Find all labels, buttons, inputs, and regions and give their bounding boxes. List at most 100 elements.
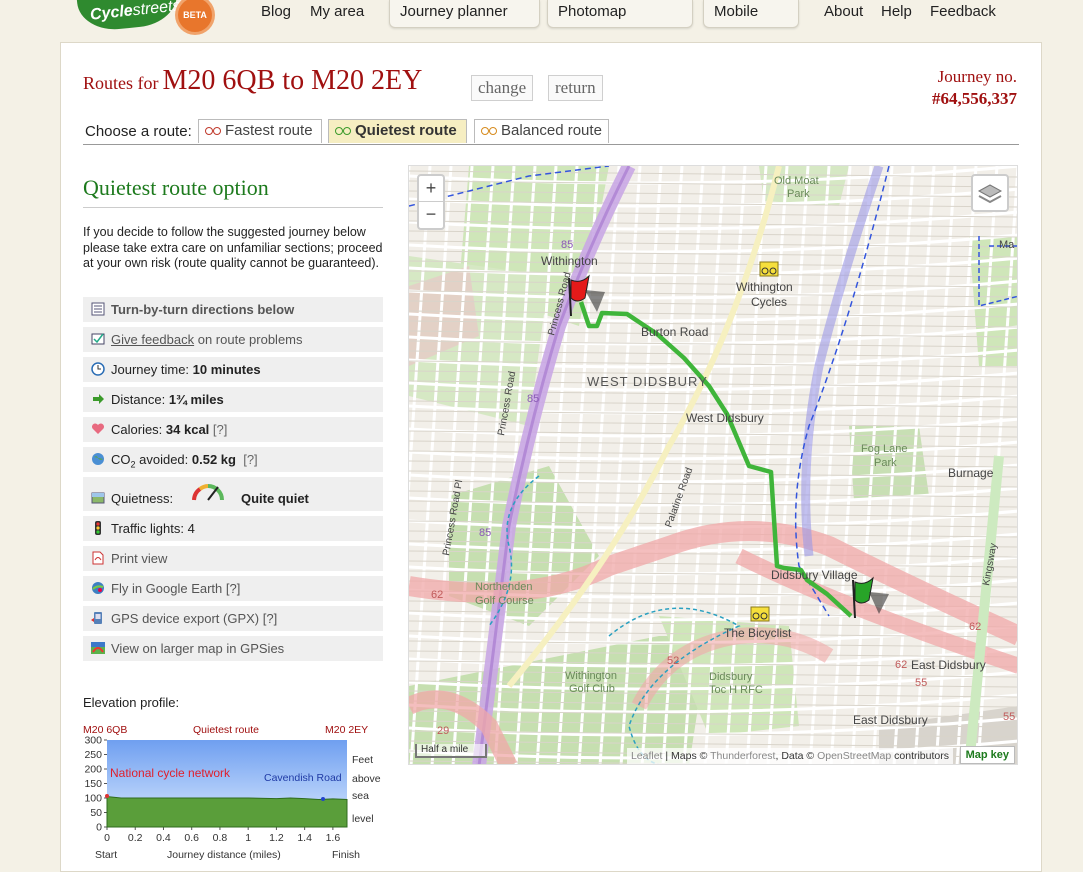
gpsies-row[interactable]: View on larger map in GPSies: [83, 636, 383, 661]
start-point-marker: [105, 794, 109, 798]
gpsies-text: View on larger map in GPSies: [111, 641, 285, 656]
print-view-text: Print view: [111, 551, 168, 566]
map-label-withington: Withington: [541, 254, 598, 268]
nav-feedback[interactable]: Feedback: [930, 0, 996, 28]
clock-icon: [91, 362, 105, 376]
calories-help[interactable]: [?]: [213, 422, 227, 437]
co2-value: 0.52 kg: [191, 452, 236, 467]
distance-value: 1¾ miles: [168, 392, 224, 407]
map-label-old-moat-1: Old Moat: [774, 175, 819, 187]
map-label-withington-golf-2: Golf Club: [569, 683, 615, 695]
tab-fastest-route[interactable]: Fastest route: [198, 119, 322, 143]
zoom-out-button[interactable]: −: [419, 202, 443, 228]
journey-time-label: Journey time:: [111, 362, 193, 377]
map-label-didsbury-toc-2: Toc H RFC: [709, 684, 763, 696]
map-label-east-didsbury-2: East Didsbury: [853, 713, 928, 727]
y-tick-label: 300: [84, 735, 102, 747]
beta-badge: BETA: [178, 0, 212, 32]
bike-shop-icon[interactable]: [750, 606, 770, 622]
y-tick-label: 100: [84, 793, 102, 805]
map-route-55a: 55: [915, 677, 927, 689]
traffic-lights-row: Traffic lights: 4: [83, 516, 383, 541]
quietness-value: Quite quiet: [241, 491, 309, 506]
osm-link[interactable]: OpenStreetMap: [817, 750, 891, 762]
elevation-start: Start: [95, 849, 117, 861]
zoom-in-button[interactable]: +: [419, 176, 443, 202]
gps-device-icon: [91, 612, 102, 624]
elevation-xlabel: Journey distance (miles): [167, 849, 281, 861]
x-tick-label: 1: [245, 832, 251, 844]
tab-balanced-label: Balanced route: [501, 122, 602, 139]
route-chooser: Choose a route: Fastest route Quietest r…: [83, 119, 1019, 145]
return-button[interactable]: return: [548, 75, 603, 101]
change-button[interactable]: change: [471, 75, 534, 101]
x-tick-label: 1.2: [269, 832, 284, 844]
y-tick-label: 200: [84, 764, 102, 776]
nav-about[interactable]: About: [824, 0, 863, 28]
calories-row: Calories: 34 kcal [?]: [83, 417, 383, 442]
map-label-west-didsbury-area: WEST DIDSBURY: [587, 374, 708, 389]
tab-balanced-route[interactable]: Balanced route: [474, 119, 609, 143]
thunderforest-link[interactable]: Thunderforest: [710, 750, 775, 762]
tab-quietest-route[interactable]: Quietest route: [328, 119, 467, 143]
routes-for-label: Routes for: [83, 73, 159, 93]
heart-icon: [91, 423, 105, 434]
feedback-icon: [91, 333, 105, 345]
traffic-light-icon: [95, 521, 101, 535]
feedback-row[interactable]: Give feedback on route problems: [83, 327, 383, 352]
quietness-row: Quietness: Quite quiet: [83, 477, 383, 511]
quietness-gauge-icon: [192, 484, 224, 501]
gps-export-row[interactable]: GPS device export (GPX) [?]: [83, 606, 383, 631]
bike-shop-icon[interactable]: [759, 261, 779, 277]
leaflet-link[interactable]: Leaflet: [631, 750, 663, 762]
bicycle-icon: [481, 125, 497, 135]
map-label-burnage: Burnage: [948, 466, 994, 480]
map-label-the-bicyclist: The Bicyclist: [724, 626, 792, 640]
pdf-icon: [92, 551, 104, 565]
unit-line-3: sea: [352, 790, 369, 802]
map-label-fog-lane-2: Park: [874, 457, 897, 469]
tab-fastest-label: Fastest route: [225, 122, 313, 139]
list-icon: [91, 302, 105, 316]
map-key-button[interactable]: Map key: [959, 746, 1015, 764]
nav-blog[interactable]: Blog: [261, 0, 291, 28]
nav-my-area[interactable]: My area: [310, 0, 364, 28]
nav-journey-planner[interactable]: Journey planner: [389, 0, 540, 28]
distance-label: Distance:: [111, 392, 169, 407]
route-title: M20 6QB to M20 2EY: [162, 65, 423, 96]
map-scale: Half a mile: [415, 744, 487, 758]
co2-rest: avoided:: [135, 452, 192, 467]
unit-line-4: level: [352, 813, 374, 825]
nav-mobile[interactable]: Mobile: [703, 0, 799, 28]
elevation-route-name: Quietest route: [193, 724, 259, 736]
google-earth-row[interactable]: Fly in Google Earth [?]: [83, 576, 383, 601]
map-label-burton-road: Burton Road: [641, 325, 708, 339]
logo-main: Cycle: [89, 2, 134, 24]
cyclestreets-logo[interactable]: Cyclestreets BETA: [76, 0, 212, 34]
map-attribution: Leaflet | Maps © Thunderforest, Data © O…: [626, 748, 953, 764]
map-route-85a: 85: [561, 239, 573, 251]
map-route-62a: 62: [431, 589, 443, 601]
co2-help[interactable]: [?]: [243, 452, 257, 467]
nav-help[interactable]: Help: [881, 0, 912, 28]
gpsies-icon: [91, 642, 105, 654]
give-feedback-link[interactable]: Give feedback: [111, 332, 194, 347]
map-route-62b: 62: [895, 659, 907, 671]
google-earth-icon: [92, 582, 104, 594]
map-label-withington-cycles-2: Cycles: [751, 295, 787, 309]
print-view-row[interactable]: Print view: [83, 546, 383, 571]
map-canvas[interactable]: Withington Withington Cycles Old Moat Pa…: [409, 166, 1018, 765]
directions-row[interactable]: Turn-by-turn directions below: [83, 297, 383, 322]
route-map[interactable]: Withington Withington Cycles Old Moat Pa…: [408, 165, 1018, 765]
distance-row: Distance: 1¾ miles: [83, 387, 383, 412]
route-info-list: Turn-by-turn directions below Give feedb…: [83, 297, 383, 666]
map-label-fog-lane-1: Fog Lane: [861, 443, 907, 455]
map-route-52: 52: [667, 655, 679, 667]
unit-line-1: Feet: [352, 754, 373, 766]
elevation-profile-chart: M20 6QB Quietest route M20 2EY 050100150…: [83, 724, 381, 861]
map-label-kingsway: Kingsway: [981, 542, 999, 586]
minor-street-line: [409, 440, 1017, 448]
minor-street-line: [409, 460, 1017, 468]
layers-button[interactable]: [971, 174, 1009, 212]
nav-photomap[interactable]: Photomap: [547, 0, 693, 28]
